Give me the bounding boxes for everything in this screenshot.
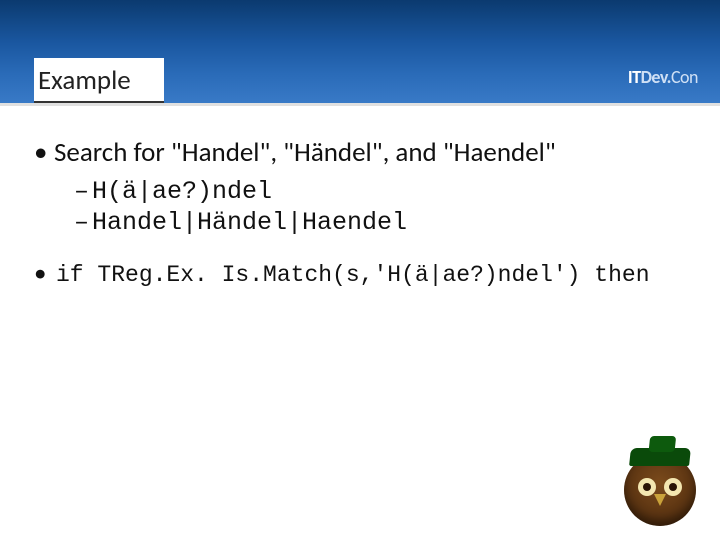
owl-beak-icon [654, 494, 666, 506]
bullet-text: H(ä|ae?)ndel [92, 177, 272, 206]
brand-logo: ITDev.Con [628, 66, 698, 88]
bullet-dot-icon: • [34, 257, 56, 288]
brand-con: Con [671, 66, 698, 88]
bullet-text: Search for "Handel", "Händel", and "Haen… [54, 136, 556, 169]
code-text: if TReg.Ex. Is.Match(s,'H(ä|ae?)ndel') t… [56, 262, 650, 288]
brand-dev: Dev. [641, 66, 671, 88]
slide-title: Example [34, 58, 164, 103]
slide: Example ITDev.Con •Search for "Handel", … [0, 0, 720, 540]
owl-cap-icon [629, 448, 691, 466]
bullet-dash-icon: – [74, 177, 92, 206]
owl-eye-icon [664, 478, 682, 496]
brand-it: IT [628, 66, 641, 88]
header-band: Example ITDev.Con [0, 0, 720, 106]
bullet-level-2: –Handel|Händel|Haendel [74, 208, 686, 237]
bullet-dash-icon: – [74, 208, 92, 237]
bullet-dot-icon: • [34, 136, 54, 169]
bullet-level-1-code: •if TReg.Ex. Is.Match(s,'H(ä|ae?)ndel') … [34, 257, 686, 288]
owl-mascot-icon [624, 454, 696, 526]
bullet-level-2: –H(ä|ae?)ndel [74, 177, 686, 206]
bullet-level-1: •Search for "Handel", "Händel", and "Hae… [34, 136, 686, 169]
bullet-text: Handel|Händel|Haendel [92, 208, 407, 237]
content-area: •Search for "Handel", "Händel", and "Hae… [34, 136, 686, 288]
